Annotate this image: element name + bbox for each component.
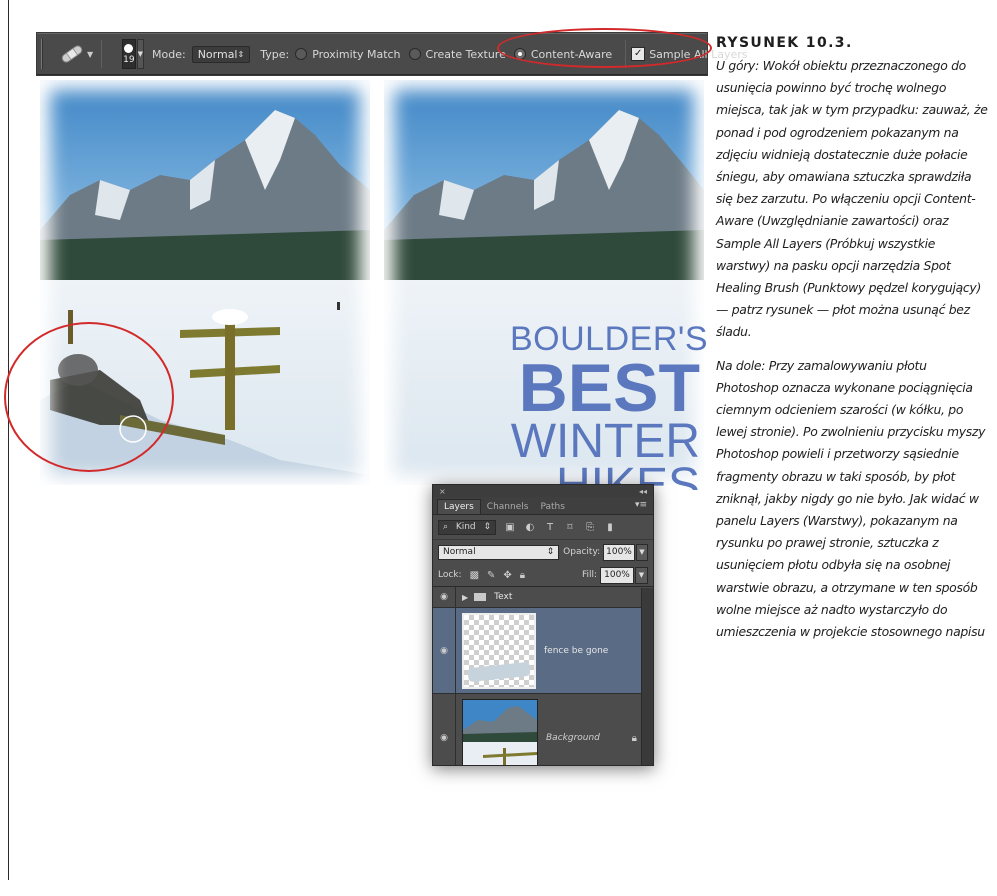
- eye-icon[interactable]: ◉: [433, 733, 455, 743]
- caption-paragraph-bottom: Na dole: Przy zamalowywaniu płotu Photos…: [716, 357, 986, 640]
- mode-select[interactable]: Normal ⇕: [191, 45, 251, 63]
- kind-label: Kind: [455, 522, 476, 532]
- layer-filter-row: ⌕ Kind ⇕ ▣ ◐ T ⌑ ⎘ ▮: [433, 515, 653, 540]
- create-texture-label: Create Texture: [425, 47, 506, 61]
- tab-channels[interactable]: Channels: [481, 500, 535, 514]
- headline-line-2: BEST: [518, 350, 700, 426]
- pixel-filter-icon[interactable]: ▣: [504, 522, 516, 533]
- layer-name: fence be gone: [544, 645, 609, 656]
- search-icon: ⌕: [443, 522, 449, 532]
- headline-overlay: BOULDER'S BEST WINTER HIKES: [510, 322, 708, 490]
- smart-object-filter-icon[interactable]: ⎘: [584, 522, 596, 533]
- panel-menu-icon[interactable]: ▾≡: [635, 500, 647, 510]
- figure-caption: RYSUNEK 10.3. U góry: Wokół obiektu prze…: [716, 35, 988, 643]
- layer-thumbnail: [462, 612, 536, 689]
- create-texture-radio[interactable]: Create Texture: [408, 47, 506, 61]
- lock-position-icon[interactable]: ✥: [503, 570, 511, 581]
- mode-label: Mode:: [152, 47, 186, 61]
- headline-line-3: WINTER: [510, 415, 700, 468]
- toolbar-grip[interactable]: [41, 39, 43, 69]
- opacity-field[interactable]: 100%: [603, 543, 635, 561]
- highlight-oval: [497, 28, 712, 68]
- brush-picker[interactable]: 19: [122, 39, 136, 69]
- blend-mode-value: Normal: [443, 547, 476, 557]
- visibility-divider: [455, 608, 456, 693]
- blend-row: Normal ⇕ Opacity: 100% ▼: [433, 540, 653, 564]
- folder-icon: [474, 593, 487, 601]
- fill-field[interactable]: 100%: [600, 566, 634, 584]
- eye-icon[interactable]: ◉: [433, 592, 455, 602]
- proximity-match-label: Proximity Match: [312, 47, 401, 61]
- panel-titlebar: × ◂◂: [433, 485, 653, 497]
- chevron-down-icon: ▼: [87, 49, 94, 59]
- lock-transparency-icon[interactable]: ▩: [470, 570, 479, 581]
- brush-size: 19: [123, 54, 135, 65]
- tab-paths[interactable]: Paths: [534, 500, 570, 514]
- layer-thumbnail: [462, 699, 538, 765]
- disclosure-triangle-icon[interactable]: ▶: [462, 593, 468, 602]
- collapse-icon[interactable]: ◂◂: [639, 487, 647, 496]
- layers-scrollbar[interactable]: [641, 588, 653, 765]
- visibility-divider: [455, 587, 456, 607]
- adjustment-filter-icon[interactable]: ◐: [524, 522, 536, 533]
- highlight-circle: [4, 322, 174, 472]
- shape-filter-icon[interactable]: ⌑: [564, 522, 576, 533]
- radio-icon: [295, 48, 308, 60]
- caption-paragraph-top: U góry: Wokół obiektu przeznaczonego do …: [716, 58, 988, 340]
- updown-arrows-icon: ⇕: [546, 547, 555, 557]
- brush-tip-icon: [124, 43, 134, 53]
- page-frame-line: [8, 0, 9, 880]
- kind-select[interactable]: ⌕ Kind ⇕: [438, 519, 496, 535]
- spot-healing-brush-tool-picker[interactable]: ▼: [59, 39, 93, 69]
- layers-panel: × ◂◂ Layers Channels Paths ▾≡ ⌕ Kind ⇕ ▣…: [432, 484, 654, 766]
- bandage-icon: [61, 45, 83, 63]
- opacity-slider-button[interactable]: ▼: [635, 543, 648, 561]
- updown-arrows-icon: ⇕: [237, 49, 245, 59]
- eye-icon[interactable]: ◉: [433, 646, 455, 656]
- lock-icon: 🔒︎: [631, 732, 637, 744]
- layer-row-fence-be-gone[interactable]: ◉ fence be gone: [433, 608, 653, 694]
- panel-tabs: Layers Channels Paths ▾≡: [433, 497, 653, 515]
- layer-name: Text: [494, 592, 513, 602]
- radio-icon: [408, 48, 421, 60]
- opacity-label: Opacity:: [563, 547, 601, 557]
- proximity-match-radio[interactable]: Proximity Match: [295, 47, 401, 61]
- type-label: Type:: [260, 47, 290, 61]
- tab-layers[interactable]: Layers: [437, 499, 481, 514]
- type-filter-icon[interactable]: T: [544, 522, 556, 533]
- updown-arrows-icon: ⇕: [483, 522, 491, 532]
- layer-row-text-group[interactable]: ◉ ▶ Text: [433, 587, 653, 608]
- fill-slider-button[interactable]: ▼: [635, 566, 648, 584]
- caption-title: RYSUNEK 10.3.: [716, 35, 853, 51]
- visibility-divider: [455, 694, 456, 765]
- lock-pixels-icon[interactable]: ✎: [487, 570, 495, 581]
- toolbar-separator: [101, 40, 103, 68]
- lock-row: Lock: ▩ ✎ ✥ 🔒︎ Fill: 100% ▼: [433, 564, 653, 587]
- mode-value: Normal: [197, 47, 238, 61]
- blend-mode-select[interactable]: Normal ⇕: [438, 544, 560, 560]
- fill-label: Fill:: [581, 570, 597, 580]
- brush-picker-arrow[interactable]: ▼: [136, 39, 144, 69]
- filter-toggle-icon[interactable]: ▮: [604, 522, 616, 533]
- layer-row-background[interactable]: ◉ Background 🔒︎: [433, 694, 653, 765]
- close-icon[interactable]: ×: [439, 487, 446, 496]
- lock-label: Lock:: [438, 570, 462, 580]
- lock-all-icon[interactable]: 🔒︎: [520, 570, 525, 581]
- layer-name: Background: [546, 733, 600, 743]
